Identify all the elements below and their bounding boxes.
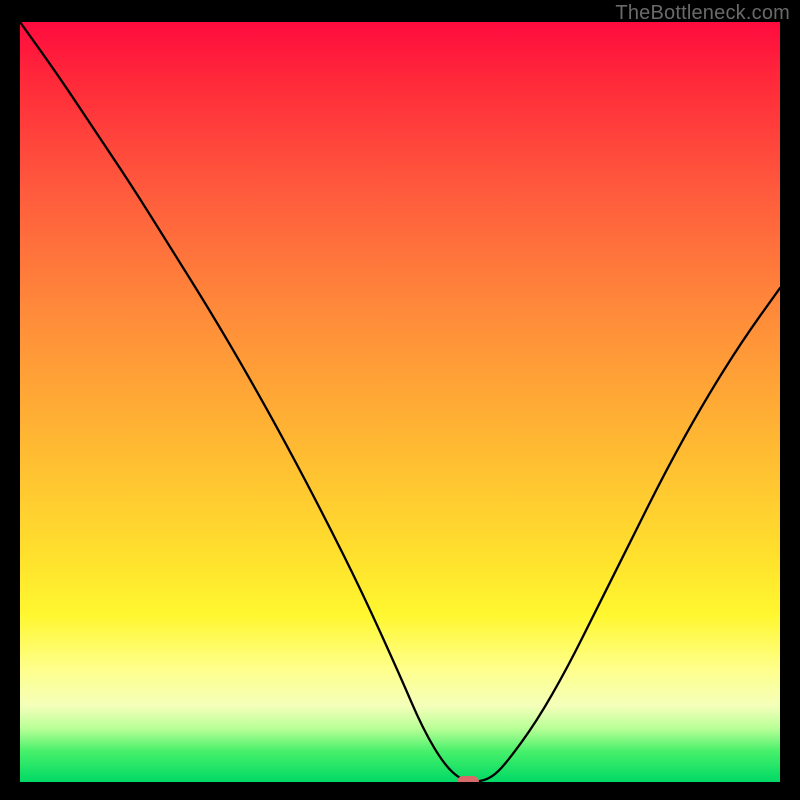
curve-svg bbox=[20, 22, 780, 782]
curve-path bbox=[20, 22, 780, 782]
chart-stage: TheBottleneck.com bbox=[0, 0, 800, 800]
watermark-text: TheBottleneck.com bbox=[615, 2, 790, 25]
min-marker-dot bbox=[457, 776, 479, 782]
plot-area bbox=[20, 22, 780, 782]
